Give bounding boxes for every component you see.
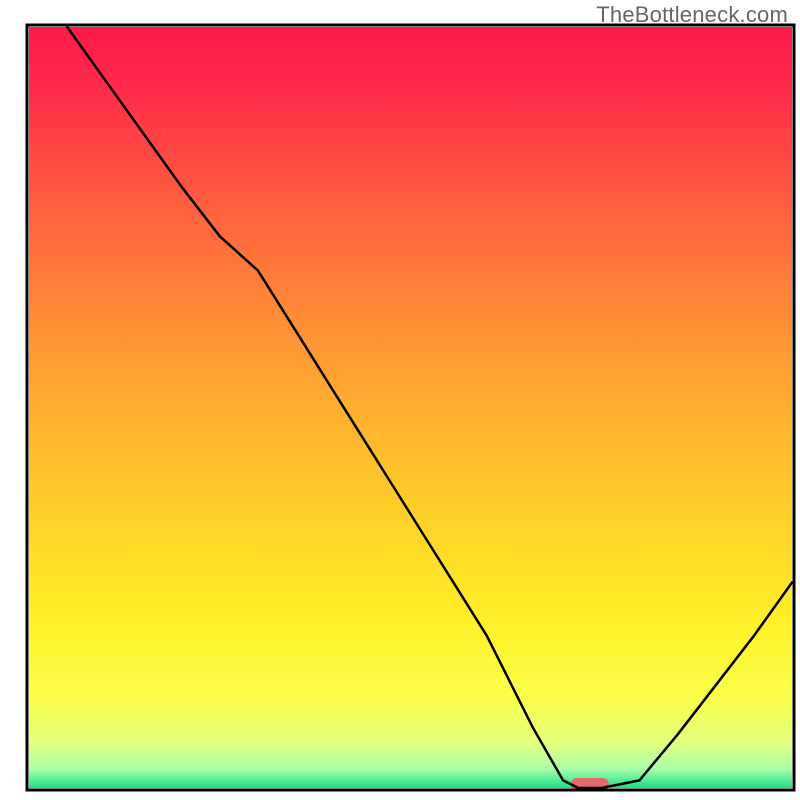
watermark-label: TheBottleneck.com: [596, 2, 788, 28]
chart-container: TheBottleneck.com: [0, 0, 800, 800]
bottleneck-chart: [0, 0, 800, 800]
gradient-background: [29, 27, 792, 788]
